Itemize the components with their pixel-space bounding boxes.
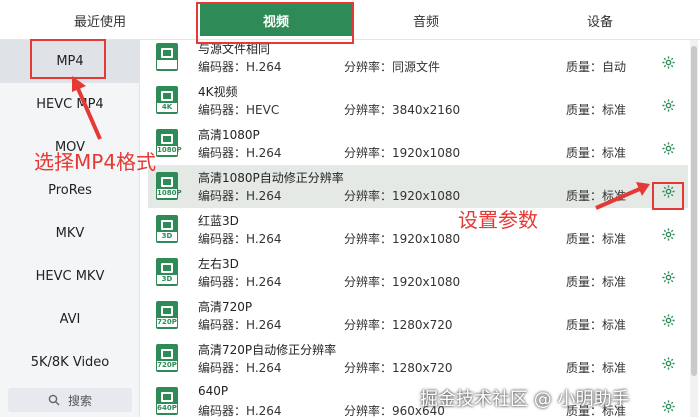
preset-quality: 质量：标准 xyxy=(566,275,627,289)
preset-row[interactable]: 与源文件相同 编码器：H.264 分辨率：同源文件 质量：自动 xyxy=(148,40,688,79)
video-tab-highlight xyxy=(196,2,354,44)
sidebar-item-hevc-mkv[interactable]: HEVC MKV xyxy=(0,255,140,298)
preset-title: 高清720P xyxy=(198,300,253,314)
preset-title: 左右3D xyxy=(198,257,239,271)
film-icon: 640P xyxy=(156,387,178,415)
preset-title: 高清1080P自动修正分辨率 xyxy=(198,171,344,185)
preset-quality: 质量：标准 xyxy=(566,146,627,160)
film-icon: 720P xyxy=(156,301,178,329)
preset-resolution: 分辨率：1920x1080 xyxy=(344,232,461,246)
preset-quality: 质量：标准 xyxy=(566,103,627,117)
preset-title: 640P xyxy=(198,384,229,398)
preset-row[interactable]: 720P 高清720P 编码器：H.264 分辨率：1280x720 质量：标准 xyxy=(148,294,688,337)
sidebar-item-prores[interactable]: ProRes xyxy=(0,169,140,212)
preset-resolution: 分辨率：1920x1080 xyxy=(344,189,461,203)
preset-badge xyxy=(157,60,177,69)
search-icon xyxy=(48,394,60,406)
preset-codec: 编码器：H.264 xyxy=(198,275,282,289)
film-icon: 3D xyxy=(156,215,178,243)
preset-quality: 质量：标准 xyxy=(566,232,627,246)
sidebar-item-5k8k[interactable]: 5K/8K Video xyxy=(0,341,140,384)
preset-title: 红蓝3D xyxy=(198,214,239,228)
preset-codec: 编码器：H.264 xyxy=(198,146,282,160)
preset-codec: 编码器：H.264 xyxy=(198,404,282,417)
preset-badge: 720P xyxy=(157,318,177,327)
annotation-select-mp4: 选择MP4格式 xyxy=(34,150,157,174)
film-icon: 4K xyxy=(156,86,178,114)
watermark: 掘金技术社区 @ 小明助手 xyxy=(420,389,630,410)
gear-icon[interactable] xyxy=(661,227,676,242)
preset-badge: 1080P xyxy=(157,146,182,155)
preset-quality: 质量：标准 xyxy=(566,361,627,375)
preset-badge: 1080P xyxy=(157,189,182,198)
preset-badge: 3D xyxy=(157,232,177,241)
gear-icon[interactable] xyxy=(661,141,676,156)
arrow-to-mp4 xyxy=(72,76,102,140)
gear-icon[interactable] xyxy=(661,55,676,70)
preset-row[interactable]: 4K 4K视频编码器：HEVC 分辨率：3840x2160 质量：标准 xyxy=(148,79,688,122)
preset-title: 高清720P自动修正分辨率 xyxy=(198,343,337,357)
scrollbar[interactable] xyxy=(690,40,698,417)
preset-badge: 4K xyxy=(157,103,177,112)
preset-row[interactable]: 1080P 高清1080P 编码器：H.264 分辨率：1920x1080 质量：标准 xyxy=(148,122,688,165)
film-icon: 3D xyxy=(156,258,178,286)
preset-resolution: 分辨率：1920x1080 xyxy=(344,275,461,289)
preset-codec: 编码器：H.264 xyxy=(198,318,282,332)
tab-device[interactable]: 设备 xyxy=(500,0,700,40)
gear-icon[interactable] xyxy=(661,399,676,414)
preset-badge: 3D xyxy=(157,275,177,284)
annotation-set-params: 设置参数 xyxy=(458,208,538,232)
preset-title: 高清1080P xyxy=(198,128,260,142)
sidebar-item-avi[interactable]: AVI xyxy=(0,298,140,341)
preset-codec: 编码器：H.264 xyxy=(198,189,282,203)
preset-row[interactable]: 3D 红蓝3D 编码器：H.264 分辨率：1920x1080 质量：标准 xyxy=(148,208,688,251)
search-label: 搜索 xyxy=(67,393,92,408)
sidebar-item-mkv[interactable]: MKV xyxy=(0,212,140,255)
tab-recent[interactable]: 最近使用 xyxy=(0,0,200,40)
preset-resolution: 分辨率：同源文件 xyxy=(344,60,441,74)
gear-icon[interactable] xyxy=(661,356,676,371)
preset-row[interactable]: 720P 高清720P自动修正分辨率 编码器：H.264 分辨率：1280x720 质量… xyxy=(148,337,688,380)
film-icon: 720P xyxy=(156,344,178,372)
preset-resolution: 分辨率：3840x2160 xyxy=(344,103,461,117)
preset-quality: 质量：自动 xyxy=(566,60,627,74)
gear-icon[interactable] xyxy=(661,313,676,328)
film-icon: 1080P xyxy=(156,172,182,200)
gear-icon[interactable] xyxy=(661,98,676,113)
preset-codec: 编码器：H.264 xyxy=(198,232,282,246)
preset-title: 4K视频 xyxy=(198,85,238,99)
preset-codec: 编码器：H.264 xyxy=(198,361,282,375)
preset-codec: 编码器：HEVC xyxy=(198,103,280,117)
scrollbar-thumb[interactable] xyxy=(691,46,697,376)
preset-quality: 质量：标准 xyxy=(566,318,627,332)
preset-resolution: 分辨率：1280x720 xyxy=(344,361,453,375)
preset-resolution: 分辨率：1280x720 xyxy=(344,318,453,332)
tab-audio[interactable]: 音频 xyxy=(352,0,500,40)
settings-highlight xyxy=(652,182,684,210)
film-icon: 1080P xyxy=(156,129,182,157)
preset-badge: 640P xyxy=(157,404,177,413)
sidebar-search-button[interactable]: 搜索 xyxy=(8,388,132,412)
preset-badge: 720P xyxy=(157,361,177,370)
preset-resolution: 分辨率：1920x1080 xyxy=(344,146,461,160)
preset-list: 与源文件相同 编码器：H.264 分辨率：同源文件 质量：自动 4K 4K视频 编码器：HE… xyxy=(148,40,688,417)
preset-row[interactable]: 3D 左右3D 编码器：H.264 分辨率：1920x1080 质量：标准 xyxy=(148,251,688,294)
film-icon xyxy=(156,43,178,71)
preset-codec: 编码器：H.264 xyxy=(198,60,282,74)
gear-icon[interactable] xyxy=(661,270,676,285)
mp4-highlight xyxy=(30,39,106,79)
arrow-to-settings xyxy=(595,182,650,210)
